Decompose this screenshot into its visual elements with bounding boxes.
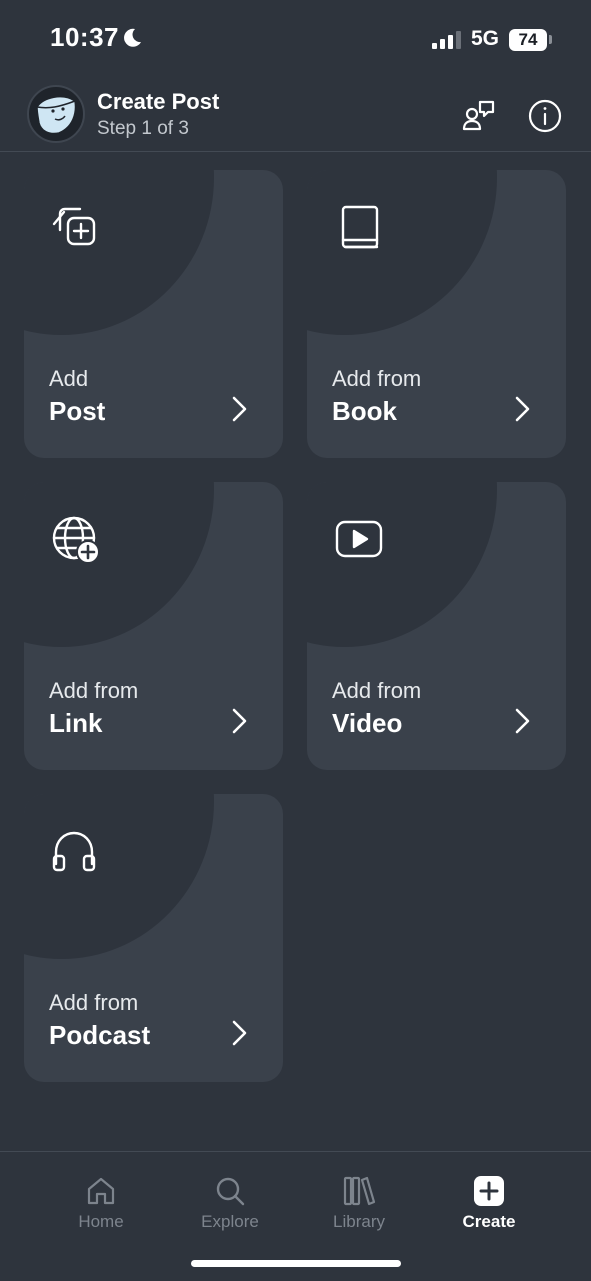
- nav-explore[interactable]: Explore: [175, 1174, 285, 1244]
- chevron-right-icon: [232, 708, 247, 734]
- nav-home[interactable]: Home: [46, 1174, 156, 1244]
- nav-label: Explore: [201, 1212, 259, 1231]
- add-from-book-card[interactable]: Add from Book: [307, 170, 566, 458]
- step-indicator: Step 1 of 3: [97, 118, 189, 139]
- add-from-link-card[interactable]: Add from Link: [24, 482, 283, 770]
- nav-create[interactable]: Create: [434, 1174, 544, 1244]
- library-icon: [343, 1176, 376, 1206]
- info-button[interactable]: [525, 96, 565, 136]
- card-prefix: Add from: [49, 990, 139, 1015]
- page-title: Create Post: [97, 89, 220, 114]
- book-icon: [341, 205, 379, 249]
- community-chat-icon: [462, 100, 495, 131]
- card-label: Link: [49, 708, 103, 738]
- nav-label: Library: [333, 1212, 385, 1231]
- video-play-icon: [335, 520, 383, 558]
- globe-plus-icon: [52, 516, 100, 564]
- avatar-face-icon: [36, 95, 77, 135]
- card-prefix: Add from: [332, 366, 422, 391]
- create-plus-icon: [474, 1176, 504, 1206]
- network-type: 5G: [471, 27, 500, 50]
- card-prefix: Add from: [332, 678, 422, 703]
- card-label: Podcast: [49, 1020, 151, 1050]
- home-indicator[interactable]: [191, 1260, 401, 1267]
- add-from-podcast-card[interactable]: Add from Podcast: [24, 794, 283, 1082]
- headphones-icon: [52, 831, 96, 872]
- add-from-video-card[interactable]: Add from Video: [307, 482, 566, 770]
- status-time: 10:37: [50, 22, 119, 52]
- add-post-icon: [52, 207, 96, 246]
- card-prefix: Add from: [49, 678, 139, 703]
- nav-label: Create: [462, 1212, 516, 1231]
- avatar[interactable]: [27, 85, 85, 143]
- chevron-right-icon: [232, 396, 247, 422]
- app-header: Create Post Step 1 of 3: [0, 80, 591, 152]
- chevron-right-icon: [515, 708, 530, 734]
- status-bar: 10:37 5G 74: [0, 0, 591, 80]
- moon-icon: [124, 28, 141, 47]
- card-label: Post: [49, 396, 106, 426]
- chevron-right-icon: [515, 396, 530, 422]
- search-icon: [216, 1177, 245, 1206]
- battery-icon: 74: [509, 29, 547, 51]
- signal-icon: [432, 31, 461, 49]
- info-icon: [528, 99, 562, 133]
- add-post-card[interactable]: Add Post: [24, 170, 283, 458]
- home-icon: [87, 1177, 115, 1205]
- community-button[interactable]: [458, 96, 498, 136]
- nav-library[interactable]: Library: [304, 1174, 414, 1244]
- card-prefix: Add: [49, 366, 89, 391]
- card-label: Video: [332, 708, 403, 738]
- battery-tip: [549, 35, 552, 44]
- nav-label: Home: [78, 1212, 124, 1231]
- card-label: Book: [332, 396, 397, 426]
- chevron-right-icon: [232, 1020, 247, 1046]
